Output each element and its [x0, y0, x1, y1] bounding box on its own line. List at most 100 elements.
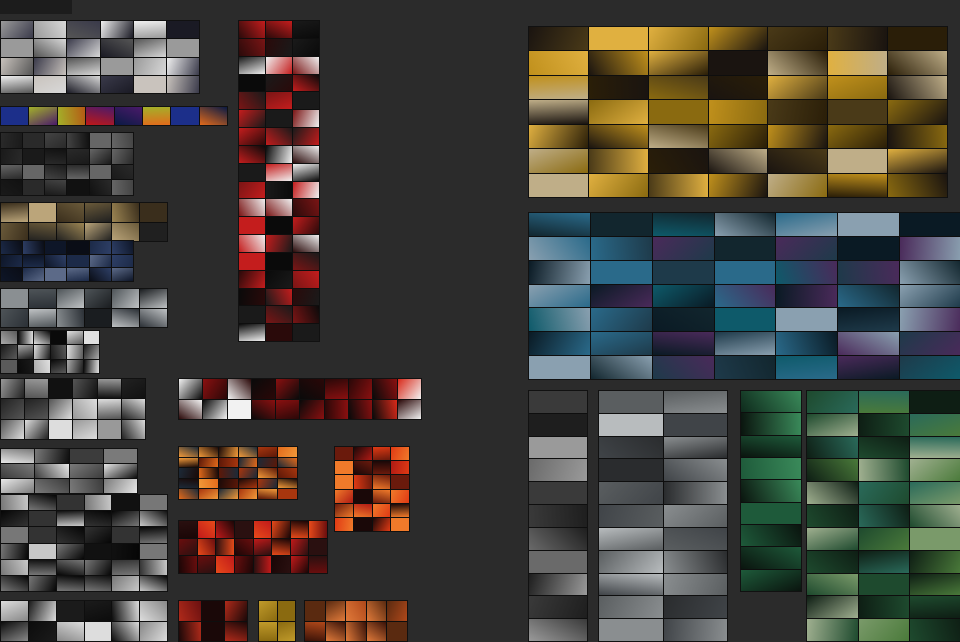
thumbnail-image[interactable] [198, 489, 218, 499]
thumbnail-image[interactable] [290, 521, 309, 538]
thumbnail-image[interactable] [529, 173, 588, 197]
thumbnail-image[interactable] [335, 447, 353, 461]
thumbnail-image[interactable] [708, 75, 768, 100]
thumbnail-image[interactable] [50, 359, 66, 373]
thumbnail-image[interactable] [197, 556, 216, 573]
thumbnail-image[interactable] [768, 27, 828, 51]
thumbnail-image[interactable] [112, 222, 140, 241]
thumbnail-image[interactable] [67, 148, 89, 164]
thumbnail-image[interactable] [73, 399, 97, 419]
thumbnail-image[interactable] [140, 203, 167, 222]
thumbnail-image[interactable] [910, 550, 960, 573]
thumbnail-image[interactable] [67, 345, 83, 359]
thumbnail-image[interactable] [112, 543, 140, 559]
thumbnail-image[interactable] [391, 503, 409, 517]
thumbnail-image[interactable] [888, 100, 947, 124]
thumbnail-image[interactable] [34, 39, 67, 57]
thumbnail-image[interactable] [708, 149, 768, 173]
thumbnail-image[interactable] [1, 419, 25, 439]
thumbnail-image[interactable] [179, 489, 198, 499]
thumbnail-image[interactable] [858, 459, 910, 482]
thumbnail-image[interactable] [807, 550, 858, 573]
thumbnail-image[interactable] [663, 550, 727, 573]
thumbnail-image[interactable] [293, 163, 319, 181]
thumbnail-image[interactable] [89, 148, 111, 164]
thumbnail-image[interactable] [112, 289, 140, 308]
thumbnail-image[interactable] [910, 527, 960, 550]
thumbnail-image[interactable] [133, 39, 166, 57]
thumbnail-image[interactable] [290, 556, 309, 573]
thumbnail-image[interactable] [1, 379, 25, 399]
thumbnail-image[interactable] [45, 148, 67, 164]
thumbnail-image[interactable] [776, 213, 838, 236]
thumbnail-image[interactable] [714, 284, 776, 308]
thumbnail-image[interactable] [776, 260, 838, 284]
thumbnail-image[interactable] [391, 475, 409, 489]
thumbnail-image[interactable] [140, 308, 167, 327]
thumbnail-image[interactable] [293, 110, 319, 127]
cluster-red-poster-column[interactable] [238, 20, 320, 342]
thumbnail-image[interactable] [828, 27, 888, 51]
thumbnail-image[interactable] [529, 27, 588, 51]
thumbnail-image[interactable] [259, 621, 277, 641]
thumbnail-image[interactable] [366, 621, 387, 641]
thumbnail-image[interactable] [588, 100, 648, 124]
thumbnail-image[interactable] [529, 596, 587, 619]
thumbnail-image[interactable] [140, 575, 167, 591]
thumbnail-image[interactable] [234, 521, 253, 538]
thumbnail-image[interactable] [529, 308, 590, 332]
thumbnail-image[interactable] [776, 308, 838, 332]
thumbnail-image[interactable] [89, 268, 111, 281]
thumbnail-image[interactable] [708, 100, 768, 124]
thumbnail-image[interactable] [258, 457, 278, 468]
thumbnail-image[interactable] [910, 436, 960, 459]
thumbnail-image[interactable] [588, 149, 648, 173]
thumbnail-image[interactable] [293, 181, 319, 199]
thumbnail-image[interactable] [218, 489, 238, 499]
thumbnail-image[interactable] [838, 332, 900, 356]
thumbnail-image[interactable] [838, 236, 900, 260]
thumbnail-image[interactable] [741, 413, 801, 435]
cluster-misty-gray[interactable] [598, 390, 728, 642]
thumbnail-image[interactable] [529, 527, 587, 550]
thumbnail-image[interactable] [89, 180, 111, 195]
thumbnail-image[interactable] [258, 447, 278, 457]
thumbnail-image[interactable] [293, 288, 319, 306]
thumbnail-image[interactable] [529, 100, 588, 124]
thumbnail-image[interactable] [45, 180, 67, 195]
thumbnail-image[interactable] [45, 164, 67, 180]
thumbnail-image[interactable] [23, 241, 45, 254]
thumbnail-image[interactable] [1, 601, 28, 621]
thumbnail-image[interactable] [858, 550, 910, 573]
thumbnail-image[interactable] [910, 459, 960, 482]
thumbnail-image[interactable] [910, 505, 960, 527]
thumbnail-image[interactable] [45, 268, 67, 281]
thumbnail-image[interactable] [239, 252, 265, 270]
thumbnail-image[interactable] [529, 75, 588, 100]
thumbnail-image[interactable] [910, 619, 960, 641]
thumbnail-image[interactable] [529, 505, 587, 527]
thumbnail-image[interactable] [67, 241, 89, 254]
thumbnail-image[interactable] [84, 601, 112, 621]
thumbnail-image[interactable] [648, 51, 708, 75]
thumbnail-image[interactable] [353, 447, 372, 461]
thumbnail-image[interactable] [17, 331, 33, 345]
thumbnail-image[interactable] [29, 107, 57, 125]
thumbnail-image[interactable] [111, 164, 133, 180]
thumbnail-image[interactable] [35, 464, 69, 478]
thumbnail-image[interactable] [776, 236, 838, 260]
thumbnail-image[interactable] [293, 270, 319, 288]
thumbnail-image[interactable] [84, 203, 112, 222]
thumbnail-image[interactable] [910, 573, 960, 596]
thumbnail-image[interactable] [807, 413, 858, 436]
thumbnail-image[interactable] [67, 164, 89, 180]
thumbnail-image[interactable] [266, 217, 292, 234]
thumbnail-image[interactable] [140, 495, 167, 511]
thumbnail-image[interactable] [28, 289, 56, 308]
thumbnail-image[interactable] [179, 468, 198, 478]
thumbnail-image[interactable] [216, 521, 234, 538]
thumbnail-image[interactable] [888, 124, 947, 149]
thumbnail-image[interactable] [529, 260, 590, 284]
thumbnail-image[interactable] [84, 495, 112, 511]
cluster-mono-bottom[interactable] [0, 600, 168, 642]
